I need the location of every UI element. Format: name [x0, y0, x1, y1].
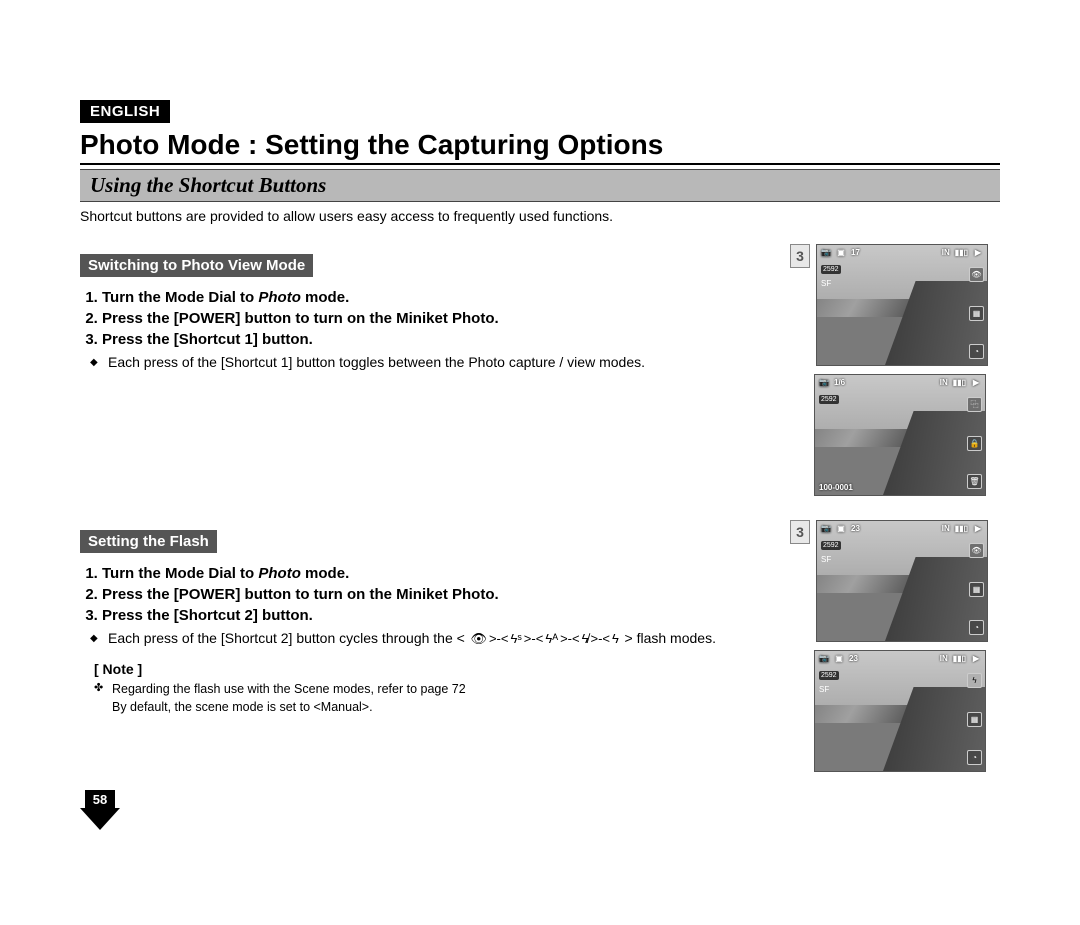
- page-title: Photo Mode : Setting the Capturing Optio…: [80, 129, 1000, 165]
- lock-icon: 🔒: [967, 436, 982, 451]
- sf-badge: SF: [821, 279, 831, 288]
- block-photo-view: Switching to Photo View Mode Turn the Mo…: [80, 244, 1000, 496]
- page-number-triangle-icon: [80, 808, 120, 830]
- step1: Turn the Mode Dial to Photo mode.: [102, 289, 770, 306]
- page-number: 58: [85, 790, 115, 809]
- timer-icon: ◔: [969, 344, 984, 359]
- note-line: Regarding the flash use with the Scene m…: [112, 681, 770, 716]
- flash-icon: ϟ: [967, 673, 982, 688]
- camera-icon: 📷: [819, 654, 829, 663]
- step3-detail: Each press of the [Shortcut 2] button cy…: [108, 630, 770, 647]
- focus-icon: ▣: [836, 524, 846, 533]
- flash-mode-sequence: 👁>-<ϟˢ>-<ϟᴬ>-<ϟ̸>-<ϟ: [465, 631, 625, 646]
- note-header: [ Note ]: [94, 661, 770, 677]
- battery-icon: ▮▮▯: [953, 654, 966, 663]
- resolution-badge: 2592: [819, 395, 839, 404]
- resolution-badge: 2592: [819, 671, 839, 680]
- language-badge: ENGLISH: [80, 100, 170, 123]
- battery-icon: ▮▮▯: [955, 524, 968, 533]
- resolution-badge: 2592: [821, 265, 841, 274]
- lcd-capture-mode: 📷▣17 IN▮▮▯▶ 2592 SF 👁 ▦ ◔: [816, 244, 988, 366]
- play-icon: ▶: [971, 654, 981, 663]
- section-title-bar: Using the Shortcut Buttons: [80, 169, 1000, 202]
- block-flash: Setting the Flash Turn the Mode Dial to …: [80, 520, 1000, 772]
- figure-step-number: 3: [790, 244, 810, 268]
- play-icon: ▶: [973, 248, 983, 257]
- battery-icon: ▮▮▯: [953, 378, 966, 387]
- metering-icon: ▦: [967, 712, 982, 727]
- trash-icon: 🗑: [967, 474, 982, 489]
- lcd-flash-after: 📷▣23 IN▮▮▯▶ 2592 SF ϟ ▦ ◔: [814, 650, 986, 772]
- step2: Press the [POWER] button to turn on the …: [102, 310, 770, 327]
- redeye-icon: 👁: [969, 267, 984, 282]
- focus-icon: ▣: [836, 248, 846, 257]
- timer-icon: ◔: [969, 620, 984, 635]
- page-number-indicator: 58: [80, 790, 120, 830]
- play-icon: ▶: [971, 378, 981, 387]
- play-icon: ▶: [973, 524, 983, 533]
- subheader-photo-view: Switching to Photo View Mode: [80, 254, 313, 277]
- resolution-badge: 2592: [821, 541, 841, 550]
- figure-step-number: 3: [790, 520, 810, 544]
- subheader-flash: Setting the Flash: [80, 530, 217, 553]
- copy-icon: ⿻: [967, 397, 982, 412]
- camera-icon: 📷: [819, 378, 829, 387]
- redeye-icon: 👁: [969, 543, 984, 558]
- sf-badge: SF: [821, 555, 831, 564]
- focus-icon: ▣: [834, 654, 844, 663]
- step1: Turn the Mode Dial to Photo mode.: [102, 565, 770, 582]
- step2: Press the [POWER] button to turn on the …: [102, 586, 770, 603]
- camera-icon: 📷: [821, 524, 831, 533]
- metering-icon: ▦: [969, 306, 984, 321]
- lcd-flash-before: 📷▣23 IN▮▮▯▶ 2592 SF 👁 ▦ ◔: [816, 520, 988, 642]
- step3: Press the [Shortcut 2] button.: [102, 607, 770, 624]
- metering-icon: ▦: [969, 582, 984, 597]
- timer-icon: ◔: [967, 750, 982, 765]
- intro-text: Shortcut buttons are provided to allow u…: [80, 208, 1000, 224]
- step3: Press the [Shortcut 1] button.: [102, 331, 770, 348]
- sf-badge: SF: [819, 685, 829, 694]
- file-number-label: 100-0001: [819, 483, 853, 492]
- step3-detail: Each press of the [Shortcut 1] button to…: [108, 354, 770, 370]
- battery-icon: ▮▮▯: [955, 248, 968, 257]
- lcd-view-mode: 📷1/6 IN▮▮▯▶ 2592 ⿻ 🔒 🗑 100-0001: [814, 374, 986, 496]
- camera-icon: 📷: [821, 248, 831, 257]
